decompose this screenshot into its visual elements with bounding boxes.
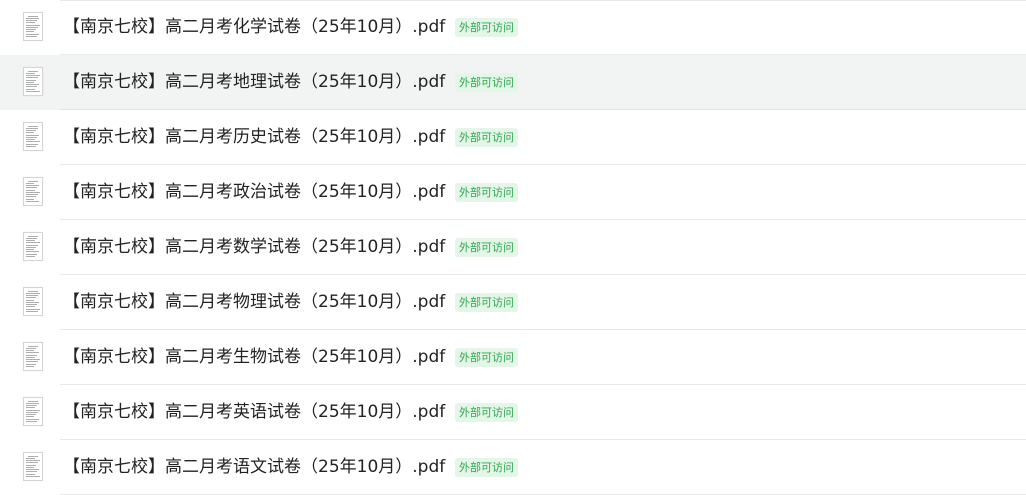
file-row[interactable]: 【南京七校】高二月考物理试卷（25年10月）.pdf 外部可访问 [0,275,1026,330]
external-access-badge: 外部可访问 [455,183,518,202]
file-name[interactable]: 【南京七校】高二月考化学试卷（25年10月）.pdf [63,0,445,55]
pdf-thumbnail-icon [23,177,43,206]
pdf-thumbnail-icon [23,67,43,96]
external-access-badge: 外部可访问 [455,348,518,367]
file-name[interactable]: 【南京七校】高二月考物理试卷（25年10月）.pdf [63,275,445,330]
external-access-badge: 外部可访问 [455,128,518,147]
external-access-badge: 外部可访问 [455,403,518,422]
pdf-thumbnail-icon [23,342,43,371]
pdf-thumbnail-icon [23,287,43,316]
file-row[interactable]: 【南京七校】高二月考数学试卷（25年10月）.pdf 外部可访问 [0,220,1026,275]
file-row[interactable]: 【南京七校】高二月考化学试卷（25年10月）.pdf 外部可访问 [0,0,1026,55]
external-access-badge: 外部可访问 [455,18,518,37]
file-name[interactable]: 【南京七校】高二月考生物试卷（25年10月）.pdf [63,330,445,385]
file-row[interactable]: 【南京七校】高二月考生物试卷（25年10月）.pdf 外部可访问 [0,330,1026,385]
file-row[interactable]: 【南京七校】高二月考英语试卷（25年10月）.pdf 外部可访问 [0,385,1026,440]
pdf-thumbnail-icon [23,232,43,261]
file-row[interactable]: 【南京七校】高二月考地理试卷（25年10月）.pdf 外部可访问 [0,55,1026,110]
file-row[interactable]: 【南京七校】高二月考语文试卷（25年10月）.pdf 外部可访问 [0,440,1026,495]
file-name[interactable]: 【南京七校】高二月考地理试卷（25年10月）.pdf [63,55,445,110]
pdf-thumbnail-icon [23,397,43,426]
file-row[interactable]: 【南京七校】高二月考历史试卷（25年10月）.pdf 外部可访问 [0,110,1026,165]
pdf-thumbnail-icon [23,12,43,41]
file-list: 【南京七校】高二月考化学试卷（25年10月）.pdf 外部可访问 【南京七校】高… [0,0,1026,495]
file-name[interactable]: 【南京七校】高二月考英语试卷（25年10月）.pdf [63,385,445,440]
file-name[interactable]: 【南京七校】高二月考政治试卷（25年10月）.pdf [63,165,445,220]
external-access-badge: 外部可访问 [455,238,518,257]
file-name[interactable]: 【南京七校】高二月考历史试卷（25年10月）.pdf [63,110,445,165]
file-name[interactable]: 【南京七校】高二月考语文试卷（25年10月）.pdf [63,440,445,495]
file-row[interactable]: 【南京七校】高二月考政治试卷（25年10月）.pdf 外部可访问 [0,165,1026,220]
file-name[interactable]: 【南京七校】高二月考数学试卷（25年10月）.pdf [63,220,445,275]
pdf-thumbnail-icon [23,452,43,481]
external-access-badge: 外部可访问 [455,73,518,92]
pdf-thumbnail-icon [23,122,43,151]
external-access-badge: 外部可访问 [455,458,518,477]
external-access-badge: 外部可访问 [455,293,518,312]
